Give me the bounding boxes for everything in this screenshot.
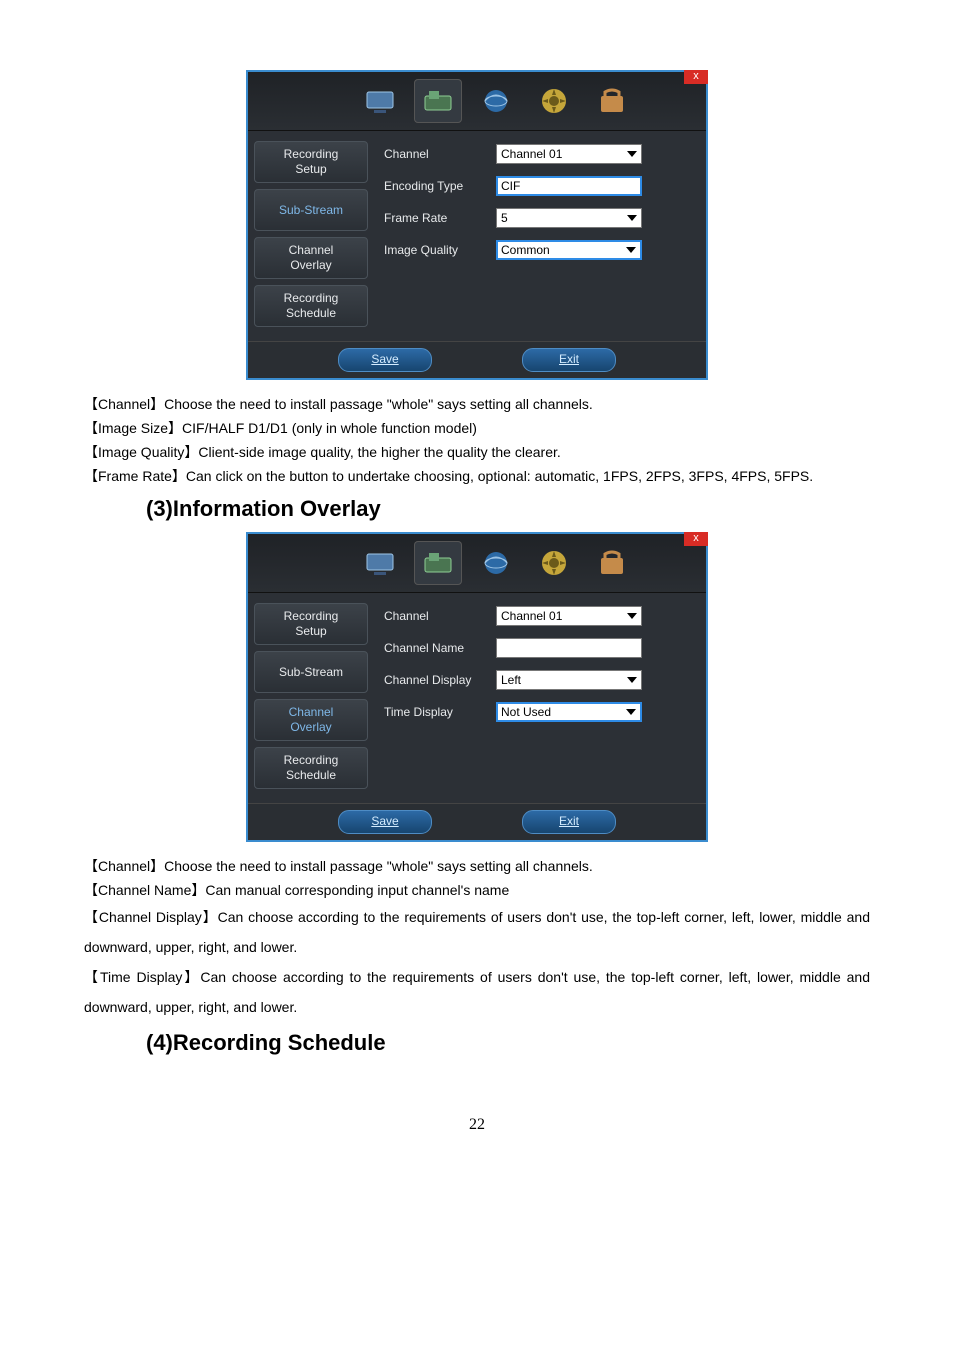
label-time-display: Time Display [384, 705, 496, 719]
sidebar-recording-setup[interactable]: Recording Setup [254, 603, 368, 645]
chevron-down-icon [625, 673, 639, 687]
select-quality-value: Common [501, 243, 550, 257]
sidebar-sub-stream[interactable]: Sub-Stream [254, 651, 368, 693]
toolbar-icon-record[interactable] [414, 541, 462, 585]
save-button[interactable]: Save [338, 348, 432, 372]
sidebar: Recording Setup Sub-Stream Channel Overl… [248, 593, 374, 803]
select-encoding[interactable]: CIF [496, 176, 642, 196]
desc-image-size: 【Image Size】CIF/HALF D1/D1 (only in whol… [84, 416, 870, 440]
sidebar-channel-overlay[interactable]: Channel Overlay [254, 237, 368, 279]
desc-image-quality: 【Image Quality】Client-side image quality… [84, 440, 870, 464]
input-channel-name[interactable] [496, 638, 642, 658]
desc-time-display: 【Time Display】Can choose according to th… [84, 962, 870, 1022]
select-channel[interactable]: Channel 01 [496, 144, 642, 164]
desc-channel-name: 【Channel Name】Can manual corresponding i… [84, 878, 870, 902]
chevron-down-icon [624, 243, 638, 257]
select-time-display-value: Not Used [501, 705, 551, 719]
overlay-dialog: x Recording Set [246, 532, 708, 842]
toolbar-icon-display[interactable] [356, 541, 404, 585]
dialog-footer: Save Exit [248, 341, 706, 378]
save-button[interactable]: Save [338, 810, 432, 834]
chevron-down-icon [625, 609, 639, 623]
dialog2-wrap: x Recording Set [84, 532, 870, 842]
dialog-body: Recording Setup Sub-Stream Channel Overl… [248, 131, 706, 341]
desc-channel: 【Channel】Choose the need to install pass… [84, 854, 870, 878]
sidebar-channel-overlay[interactable]: Channel Overlay [254, 699, 368, 741]
page: x Reco [0, 0, 954, 1174]
toolbar [248, 534, 706, 593]
toolbar-icon-system[interactable] [588, 79, 636, 123]
toolbar-icon-display[interactable] [356, 79, 404, 123]
dialog1-wrap: x Reco [84, 70, 870, 380]
sidebar-recording-schedule[interactable]: Recording Schedule [254, 747, 368, 789]
chevron-down-icon [625, 147, 639, 161]
select-quality[interactable]: Common [496, 240, 642, 260]
select-channel-value: Channel 01 [501, 609, 562, 623]
select-framerate-value: 5 [501, 211, 508, 225]
label-quality: Image Quality [384, 243, 496, 257]
desc-channel: 【Channel】Choose the need to install pass… [84, 392, 870, 416]
substream-dialog: x Reco [246, 70, 708, 380]
form-area: Channel Channel 01 Encoding Type CIF [374, 131, 706, 341]
toolbar-icon-alarm[interactable] [530, 541, 578, 585]
chevron-down-icon [624, 705, 638, 719]
toolbar-icon-network[interactable] [472, 79, 520, 123]
desc-channel-display: 【Channel Display】Can choose according to… [84, 902, 870, 962]
select-channel[interactable]: Channel 01 [496, 606, 642, 626]
desc-block-2: 【Channel】Choose the need to install pass… [84, 854, 870, 1022]
label-channel: Channel [384, 147, 496, 161]
select-channel-value: Channel 01 [501, 147, 562, 161]
close-button[interactable]: x [684, 70, 708, 84]
dialog-body: Recording Setup Sub-Stream Channel Overl… [248, 593, 706, 803]
toolbar-icon-system[interactable] [588, 541, 636, 585]
select-channel-display-value: Left [501, 673, 521, 687]
heading-recording-schedule: (4)Recording Schedule [146, 1030, 870, 1056]
sidebar: Recording Setup Sub-Stream Channel Overl… [248, 131, 374, 341]
toolbar-icon-record[interactable] [414, 79, 462, 123]
toolbar-icon-alarm[interactable] [530, 79, 578, 123]
page-number: 22 [84, 1116, 870, 1134]
select-time-display[interactable]: Not Used [496, 702, 642, 722]
sidebar-sub-stream[interactable]: Sub-Stream [254, 189, 368, 231]
toolbar [248, 72, 706, 131]
exit-button[interactable]: Exit [522, 810, 616, 834]
desc-frame-rate: 【Frame Rate】Can click on the button to u… [84, 464, 870, 488]
desc-block-1: 【Channel】Choose the need to install pass… [84, 392, 870, 488]
select-channel-display[interactable]: Left [496, 670, 642, 690]
label-framerate: Frame Rate [384, 211, 496, 225]
sidebar-recording-schedule[interactable]: Recording Schedule [254, 285, 368, 327]
label-channel-name: Channel Name [384, 641, 496, 655]
select-framerate[interactable]: 5 [496, 208, 642, 228]
close-button[interactable]: x [684, 532, 708, 546]
exit-button[interactable]: Exit [522, 348, 616, 372]
sidebar-recording-setup[interactable]: Recording Setup [254, 141, 368, 183]
chevron-down-icon [625, 211, 639, 225]
heading-info-overlay: (3)Information Overlay [146, 496, 870, 522]
toolbar-icon-network[interactable] [472, 541, 520, 585]
label-encoding: Encoding Type [384, 179, 496, 193]
label-channel-display: Channel Display [384, 673, 496, 687]
label-channel: Channel [384, 609, 496, 623]
form-area: Channel Channel 01 Channel Name Chan [374, 593, 706, 803]
select-encoding-value: CIF [501, 179, 520, 193]
dialog-footer: Save Exit [248, 803, 706, 840]
